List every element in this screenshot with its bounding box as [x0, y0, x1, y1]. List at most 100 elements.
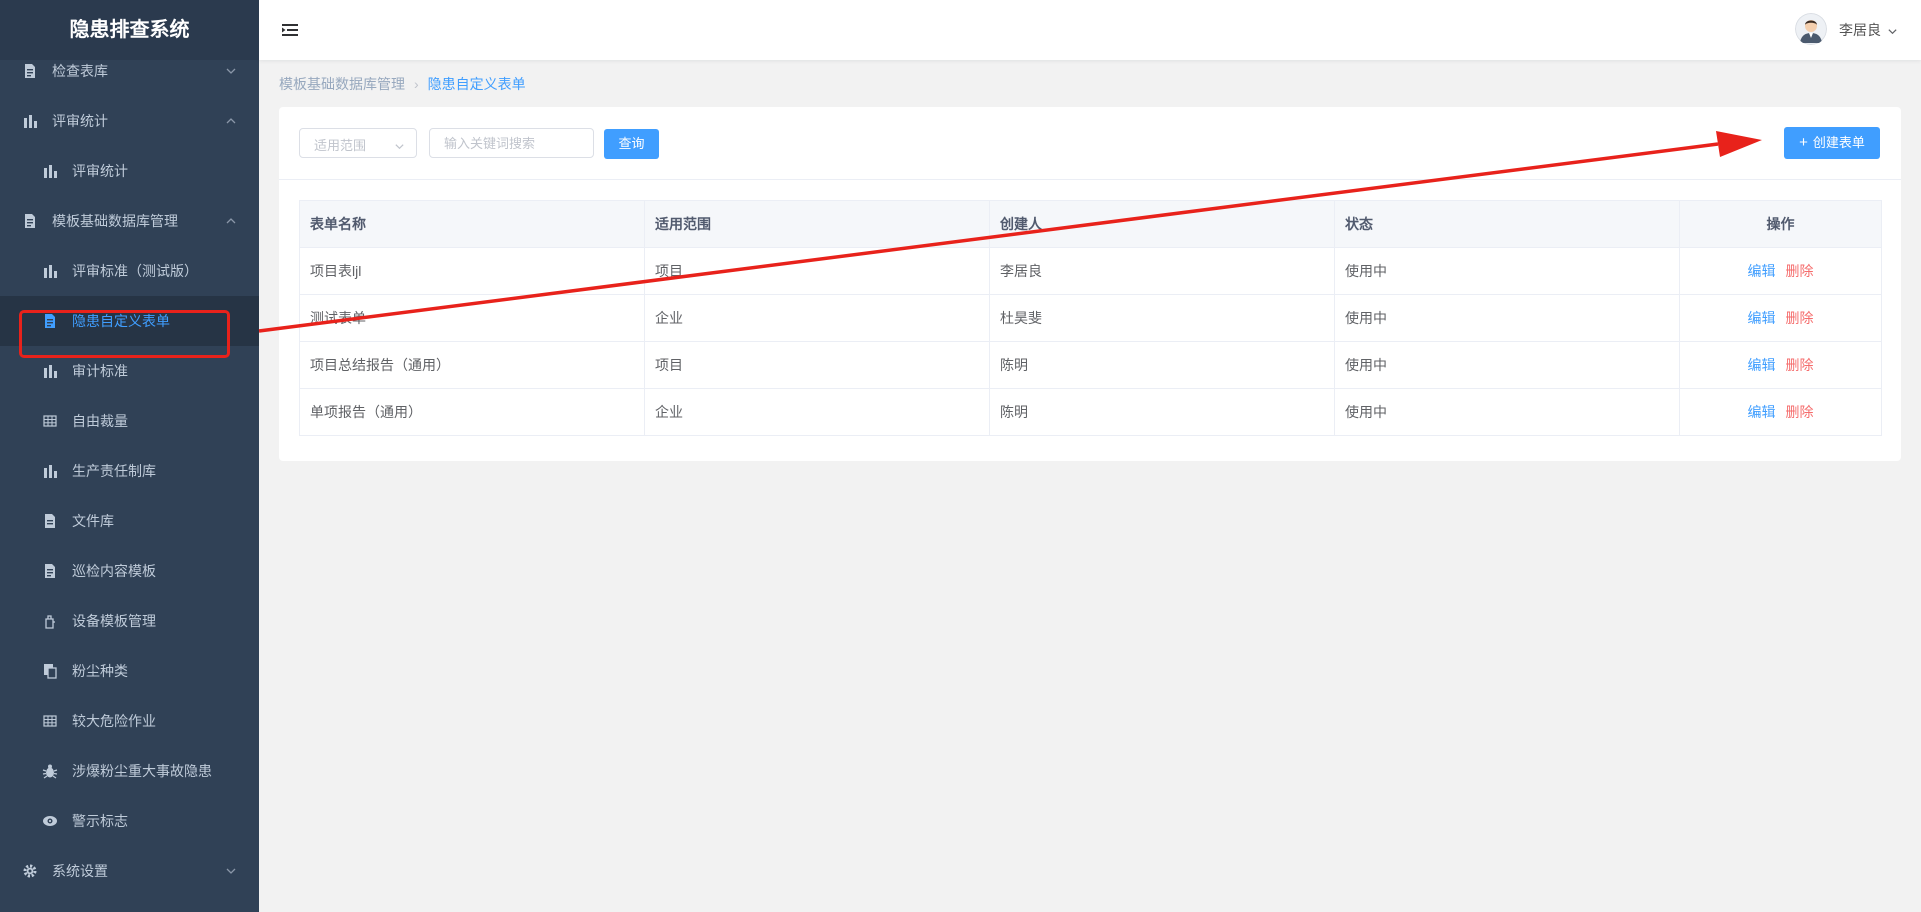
table-row: 测试表单 企业 杜昊斐 使用中 编辑 删除 — [299, 294, 1882, 342]
column-header: 表单名称 — [299, 200, 645, 248]
sidebar-item-label: 评审标准（测试版） — [72, 263, 198, 279]
table-row: 项目表ljl 项目 李居良 使用中 编辑 删除 — [299, 247, 1882, 295]
cell-name: 项目表ljl — [299, 247, 645, 295]
chevron-up-icon — [225, 115, 237, 127]
device-icon — [42, 613, 58, 629]
sidebar-item[interactable]: 系统设置 — [0, 846, 259, 896]
sidebar-item-label: 审计标准 — [72, 363, 128, 379]
delete-link[interactable]: 删除 — [1786, 357, 1814, 373]
cell-scope: 项目 — [644, 247, 990, 295]
file-icon — [42, 513, 58, 529]
keyword-search-input[interactable] — [429, 128, 594, 158]
chevron-down-icon — [394, 139, 405, 150]
cell-actions: 编辑 删除 — [1679, 341, 1882, 389]
sidebar-item-label: 较大危险作业 — [72, 713, 156, 729]
user-name[interactable]: 李居良 — [1839, 20, 1881, 40]
sidebar-item-label: 评审统计 — [72, 163, 128, 179]
document-icon — [42, 563, 58, 579]
document-icon — [22, 213, 38, 229]
chevron-down-icon — [225, 865, 237, 877]
hamburger-icon[interactable] — [281, 21, 299, 39]
sidebar-item-label: 警示标志 — [72, 813, 128, 829]
cell-scope: 企业 — [644, 294, 990, 342]
search-toolbar: 适用范围 查询 + 创建表单 — [279, 107, 1901, 180]
bar-chart-icon — [42, 263, 58, 279]
sidebar-item[interactable]: 审计标准 — [0, 346, 259, 396]
sidebar-item[interactable]: 评审统计 — [0, 146, 259, 196]
table-row: 单项报告（通用） 企业 陈明 使用中 编辑 删除 — [299, 388, 1882, 436]
cell-status: 使用中 — [1334, 388, 1680, 436]
sidebar-item-label: 检查表库 — [52, 63, 108, 79]
sidebar-menu: 检查表库 评审统计 评审统计 模板基础数据库管理 评审标准（测试版） 隐患自定义表单 审计标… — [0, 46, 259, 896]
table-row: 项目总结报告（通用） 项目 陈明 使用中 编辑 删除 — [299, 341, 1882, 389]
edit-link[interactable]: 编辑 — [1748, 263, 1776, 279]
bar-chart-icon — [42, 163, 58, 179]
sidebar-item[interactable]: 警示标志 — [0, 796, 259, 846]
table-header-row: 表单名称 适用范围 创建人 状态 操作 — [299, 200, 1882, 248]
content-panel: 适用范围 查询 + 创建表单 表单名称 适用范围 创建人 状态 操作 项目表ljl… — [279, 107, 1901, 461]
document-icon — [22, 63, 38, 79]
bug-icon — [42, 763, 58, 779]
chevron-down-icon — [225, 65, 237, 77]
edit-link[interactable]: 编辑 — [1748, 310, 1776, 326]
create-form-button[interactable]: + 创建表单 — [1784, 127, 1880, 159]
cell-creator: 陈明 — [989, 388, 1335, 436]
table-icon — [42, 413, 58, 429]
column-header: 创建人 — [989, 200, 1335, 248]
sidebar-item-label: 文件库 — [72, 513, 114, 529]
column-header: 适用范围 — [644, 200, 990, 248]
sidebar-item[interactable]: 粉尘种类 — [0, 646, 259, 696]
delete-link[interactable]: 删除 — [1786, 310, 1814, 326]
cell-creator: 陈明 — [989, 341, 1335, 389]
column-header: 状态 — [1334, 200, 1680, 248]
breadcrumb-separator-icon: › — [414, 76, 419, 92]
top-header: 李居良 — [259, 0, 1921, 60]
sidebar-item-label: 设备模板管理 — [72, 613, 156, 629]
cell-actions: 编辑 删除 — [1679, 388, 1882, 436]
document-icon — [42, 313, 58, 329]
delete-link[interactable]: 删除 — [1786, 263, 1814, 279]
sidebar-item[interactable]: 巡检内容模板 — [0, 546, 259, 596]
sidebar-item[interactable]: 评审标准（测试版） — [0, 246, 259, 296]
sidebar-item-label: 巡检内容模板 — [72, 563, 156, 579]
cell-creator: 杜昊斐 — [989, 294, 1335, 342]
sidebar-item[interactable]: 评审统计 — [0, 96, 259, 146]
query-button[interactable]: 查询 — [604, 129, 659, 159]
cell-scope: 企业 — [644, 388, 990, 436]
sidebar-item[interactable]: 文件库 — [0, 496, 259, 546]
edit-link[interactable]: 编辑 — [1748, 404, 1776, 420]
app-title: 隐患排查系统 — [0, 0, 259, 60]
table-body: 项目表ljl 项目 李居良 使用中 编辑 删除 测试表单 企业 杜昊斐 使用中 编辑 删除 项目总结报告… — [299, 247, 1882, 436]
sidebar-item[interactable]: 生产责任制库 — [0, 446, 259, 496]
sidebar-item[interactable]: 涉爆粉尘重大事故隐患 — [0, 746, 259, 796]
breadcrumb-parent[interactable]: 模板基础数据库管理 — [279, 76, 405, 92]
sidebar-item-label: 模板基础数据库管理 — [52, 213, 178, 229]
sidebar-item[interactable]: 自由裁量 — [0, 396, 259, 446]
forms-table: 表单名称 适用范围 创建人 状态 操作 项目表ljl 项目 李居良 使用中 编辑 删除 测试… — [299, 200, 1882, 436]
breadcrumb-current: 隐患自定义表单 — [427, 76, 526, 92]
sidebar-item[interactable]: 设备模板管理 — [0, 596, 259, 646]
cell-creator: 李居良 — [989, 247, 1335, 295]
cell-status: 使用中 — [1334, 247, 1680, 295]
bar-chart-icon — [22, 113, 38, 129]
table-icon — [42, 713, 58, 729]
cell-status: 使用中 — [1334, 294, 1680, 342]
scope-select[interactable]: 适用范围 — [299, 128, 417, 158]
eye-icon — [42, 813, 58, 829]
avatar[interactable] — [1795, 13, 1827, 45]
plus-icon: + — [1799, 134, 1808, 151]
cell-scope: 项目 — [644, 341, 990, 389]
scope-select-placeholder: 适用范围 — [314, 138, 367, 153]
cell-name: 测试表单 — [299, 294, 645, 342]
chevron-down-icon[interactable] — [1887, 24, 1898, 35]
copy-icon — [42, 663, 58, 679]
column-header: 操作 — [1679, 200, 1882, 248]
sidebar: 隐患排查系统 检查表库 评审统计 评审统计 模板基础数据库管理 评审标准（测试版） 隐患自… — [0, 0, 259, 912]
edit-link[interactable]: 编辑 — [1748, 357, 1776, 373]
delete-link[interactable]: 删除 — [1786, 404, 1814, 420]
sidebar-item-label: 评审统计 — [52, 113, 108, 129]
sidebar-item[interactable]: 模板基础数据库管理 — [0, 196, 259, 246]
cell-actions: 编辑 删除 — [1679, 294, 1882, 342]
sidebar-item[interactable]: 较大危险作业 — [0, 696, 259, 746]
sidebar-item[interactable]: 隐患自定义表单 — [0, 296, 259, 346]
